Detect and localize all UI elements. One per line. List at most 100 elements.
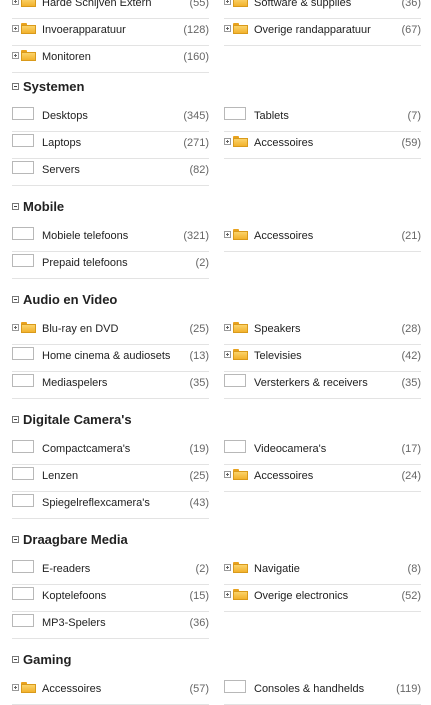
- category-label[interactable]: Blu-ray en DVD: [42, 323, 118, 335]
- section-title[interactable]: Draagbare Media: [23, 532, 128, 547]
- category-label[interactable]: Versterkers & receivers: [254, 377, 368, 389]
- section-title[interactable]: Audio en Video: [23, 292, 117, 307]
- category-row[interactable]: Blu-ray en DVD (25): [12, 318, 209, 345]
- category-row[interactable]: Televisies (42): [224, 345, 421, 372]
- category-row[interactable]: Overige randapparatuur (67): [224, 19, 421, 46]
- category-label[interactable]: Harde Schijven Extern: [42, 0, 151, 9]
- collapse-icon[interactable]: [12, 536, 19, 543]
- expand-icon[interactable]: [224, 138, 231, 145]
- category-label[interactable]: Speakers: [254, 323, 300, 335]
- category-row[interactable]: Speakers (28): [224, 318, 421, 345]
- category-label[interactable]: Mediaspelers: [42, 377, 107, 389]
- section-column-right: Tablets (7) Accessoires (59): [224, 105, 421, 159]
- category-row[interactable]: Accessoires (21): [224, 225, 421, 252]
- category-row[interactable]: Mediaspelers (35): [12, 372, 209, 399]
- category-row[interactable]: Compactcamera's (19): [12, 438, 209, 465]
- category-count: (345): [183, 110, 209, 122]
- category-label[interactable]: Koptelefoons: [42, 590, 106, 602]
- expand-icon[interactable]: [12, 684, 19, 691]
- category-row[interactable]: Consoles & handhelds (119): [224, 678, 421, 705]
- collapse-icon[interactable]: [12, 83, 19, 90]
- expand-icon[interactable]: [12, 324, 19, 331]
- category-label[interactable]: Home cinema & audiosets: [42, 350, 170, 362]
- category-row[interactable]: Koptelefoons (15): [12, 585, 209, 612]
- category-label[interactable]: Tablets: [254, 110, 289, 122]
- section-header-mobile[interactable]: Mobile: [12, 198, 422, 218]
- category-row[interactable]: Desktops (345): [12, 105, 209, 132]
- category-label[interactable]: Videocamera's: [254, 443, 326, 455]
- category-label[interactable]: E-readers: [42, 563, 90, 575]
- category-label[interactable]: Laptops: [42, 137, 81, 149]
- expand-icon[interactable]: [224, 351, 231, 358]
- category-row[interactable]: Invoerapparatuur (128): [12, 19, 209, 46]
- category-row[interactable]: Monitoren (160): [12, 46, 209, 73]
- category-label[interactable]: Prepaid telefoons: [42, 257, 128, 269]
- category-row[interactable]: Navigatie (8): [224, 558, 421, 585]
- section-header-systemen[interactable]: Systemen: [12, 78, 422, 98]
- section-header-audio-en-video[interactable]: Audio en Video: [12, 291, 422, 311]
- section-title[interactable]: Mobile: [23, 199, 64, 214]
- category-label[interactable]: MP3-Spelers: [42, 617, 106, 629]
- category-row[interactable]: Servers (82): [12, 159, 209, 186]
- category-label[interactable]: Accessoires: [42, 683, 101, 695]
- category-row[interactable]: Mobiele telefoons (321): [12, 225, 209, 252]
- category-label[interactable]: Lenzen: [42, 470, 78, 482]
- category-row[interactable]: Home cinema & audiosets (13): [12, 345, 209, 372]
- section-title[interactable]: Digitale Camera's: [23, 412, 132, 427]
- category-label[interactable]: Desktops: [42, 110, 88, 122]
- category-label[interactable]: Overige electronics: [254, 590, 348, 602]
- category-label[interactable]: Accessoires: [254, 230, 313, 242]
- section-title[interactable]: Systemen: [23, 79, 84, 94]
- expand-icon[interactable]: [224, 591, 231, 598]
- expand-icon[interactable]: [224, 564, 231, 571]
- collapse-icon[interactable]: [12, 416, 19, 423]
- category-row[interactable]: Prepaid telefoons (2): [12, 252, 209, 279]
- category-row[interactable]: Spiegelreflexcamera's (43): [12, 492, 209, 519]
- category-row[interactable]: Overige electronics (52): [224, 585, 421, 612]
- category-row[interactable]: Versterkers & receivers (35): [224, 372, 421, 399]
- expand-icon[interactable]: [12, 0, 19, 5]
- expand-icon[interactable]: [224, 471, 231, 478]
- expand-icon[interactable]: [12, 25, 19, 32]
- category-label[interactable]: Navigatie: [254, 563, 300, 575]
- expand-icon[interactable]: [224, 25, 231, 32]
- category-label[interactable]: Compactcamera's: [42, 443, 130, 455]
- category-label[interactable]: Invoerapparatuur: [42, 24, 126, 36]
- category-label[interactable]: Accessoires: [254, 470, 313, 482]
- category-label[interactable]: Spiegelreflexcamera's: [42, 497, 150, 509]
- category-row[interactable]: Software & supplies (36): [224, 0, 421, 19]
- category-row[interactable]: Accessoires (57): [12, 678, 209, 705]
- category-row[interactable]: MP3-Spelers (36): [12, 612, 209, 639]
- expand-icon[interactable]: [224, 0, 231, 5]
- category-row[interactable]: Tablets (7): [224, 105, 421, 132]
- folder-icon: [233, 0, 248, 7]
- category-row[interactable]: Harde Schijven Extern (55): [12, 0, 209, 19]
- category-thumbnail: [224, 680, 246, 693]
- category-label[interactable]: Consoles & handhelds: [254, 683, 364, 695]
- expand-icon[interactable]: [12, 52, 19, 59]
- collapse-icon[interactable]: [12, 296, 19, 303]
- category-row[interactable]: Accessoires (59): [224, 132, 421, 159]
- category-row[interactable]: Videocamera's (17): [224, 438, 421, 465]
- category-row[interactable]: E-readers (2): [12, 558, 209, 585]
- category-row[interactable]: Laptops (271): [12, 132, 209, 159]
- category-label[interactable]: Televisies: [254, 350, 302, 362]
- category-count: (25): [189, 470, 209, 482]
- category-row[interactable]: Lenzen (25): [12, 465, 209, 492]
- section-header-digitale-cameras[interactable]: Digitale Camera's: [12, 411, 422, 431]
- category-label[interactable]: Accessoires: [254, 137, 313, 149]
- collapse-icon[interactable]: [12, 656, 19, 663]
- section-title[interactable]: Gaming: [23, 652, 71, 667]
- category-row[interactable]: Accessoires (24): [224, 465, 421, 492]
- category-label[interactable]: Mobiele telefoons: [42, 230, 128, 242]
- expand-icon[interactable]: [224, 231, 231, 238]
- section-header-gaming[interactable]: Gaming: [12, 651, 422, 671]
- category-label[interactable]: Software & supplies: [254, 0, 351, 9]
- category-label[interactable]: Monitoren: [42, 51, 91, 63]
- section-header-draagbare-media[interactable]: Draagbare Media: [12, 531, 422, 551]
- collapse-icon[interactable]: [12, 203, 19, 210]
- expand-icon[interactable]: [224, 324, 231, 331]
- category-label[interactable]: Overige randapparatuur: [254, 24, 371, 36]
- category-label[interactable]: Servers: [42, 164, 80, 176]
- category-count: (2): [195, 257, 209, 269]
